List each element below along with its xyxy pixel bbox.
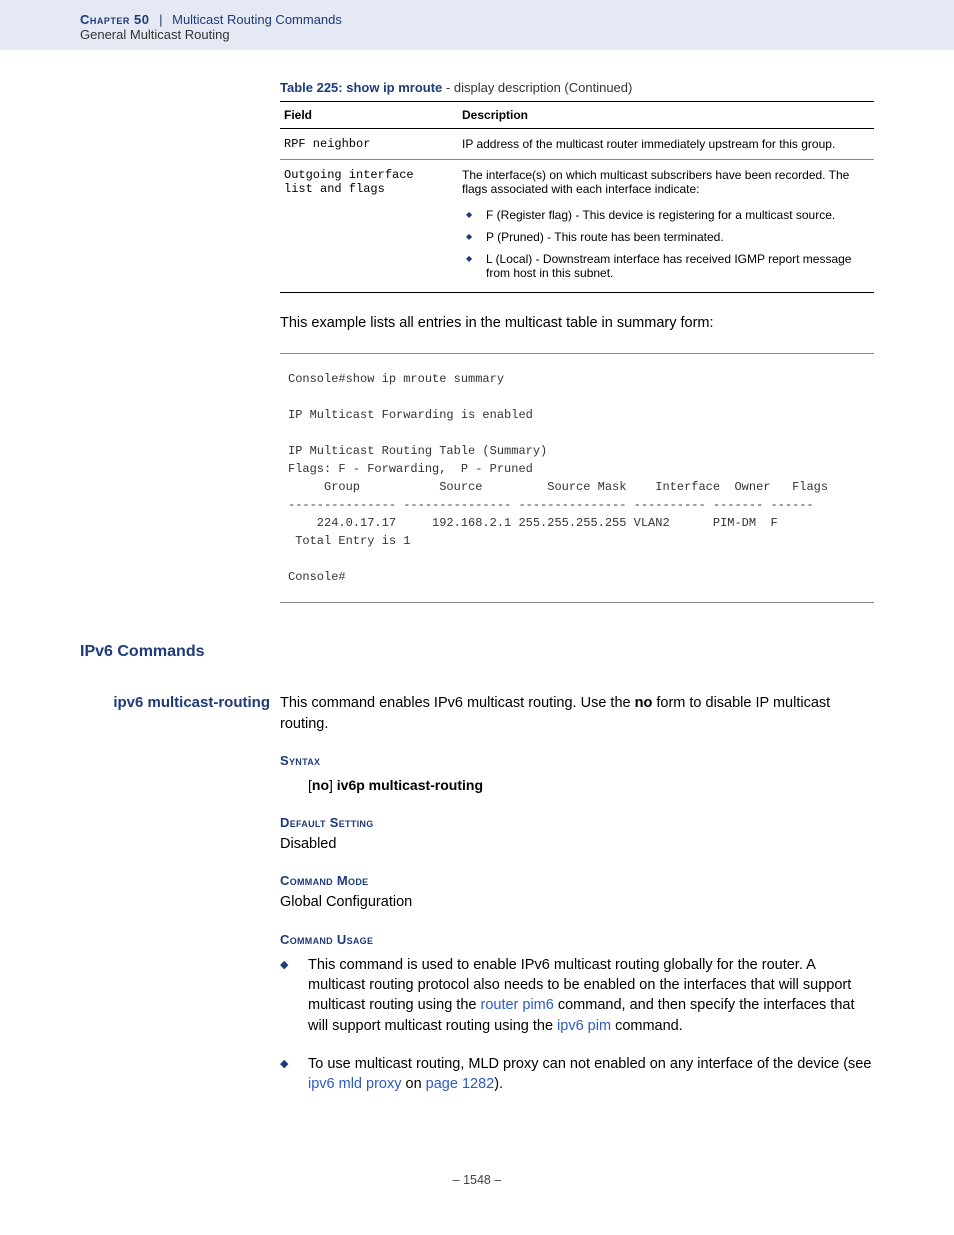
header-subtitle: General Multicast Routing [80,27,954,42]
main-content: Table 225: show ip mroute - display desc… [280,80,874,603]
mode-value: Global Configuration [280,892,874,912]
syntax-label: Syntax [280,752,874,770]
command-name: ipv6 multicast-routing [80,693,280,713]
usage-text: on [401,1076,425,1092]
mode-label: Command Mode [280,872,874,890]
ipv6-pim-link[interactable]: ipv6 pim [557,1018,611,1034]
flag-list: F (Register flag) - This device is regis… [462,204,870,284]
field-name: Outgoing interface list and flags [280,160,458,293]
page-number: – 1548 – [0,1173,954,1217]
ipv6-commands-heading: IPv6 Commands [80,643,954,661]
desc-pre: This command enables IPv6 multicast rout… [280,695,635,711]
separator: | [159,12,162,27]
col-description: Description [458,102,874,129]
page-1282-link[interactable]: page 1282 [426,1076,495,1092]
usage-text: To use multicast routing, MLD proxy can … [308,1056,871,1072]
default-label: Default Setting [280,814,874,832]
default-value: Disabled [280,834,874,854]
console-output: Console#show ip mroute summary IP Multic… [280,353,874,603]
header-line-1: Chapter 50 | Multicast Routing Commands [80,12,954,27]
flag-item: F (Register flag) - This device is regis… [462,204,870,226]
syntax-line: [no] iv6p multicast-routing [308,776,874,796]
syntax-no: no [312,777,329,793]
chapter-title: Multicast Routing Commands [172,12,342,27]
router-pim6-link[interactable]: router pim6 [480,997,553,1013]
ipv6-mld-proxy-link[interactable]: ipv6 mld proxy [308,1076,401,1092]
caption-bold: Table 225: show ip mroute [280,80,442,95]
table-row: Outgoing interface list and flags The in… [280,160,874,293]
summary-text: This example lists all entries in the mu… [280,313,874,333]
table-caption: Table 225: show ip mroute - display desc… [280,80,874,95]
page-header: Chapter 50 | Multicast Routing Commands … [0,0,954,50]
desc-bold: no [635,695,653,711]
desc-text: The interface(s) on which multicast subs… [462,168,849,196]
syntax-cmd: iv6p multicast-routing [337,777,483,793]
caption-rest: - display description (Continued) [442,80,632,95]
usage-text: command. [611,1018,683,1034]
flag-item: P (Pruned) - This route has been termina… [462,226,870,248]
table-row: RPF neighbor IP address of the multicast… [280,129,874,160]
usage-label: Command Usage [280,931,874,949]
field-name: RPF neighbor [280,129,458,160]
usage-item: This command is used to enable IPv6 mult… [280,955,874,1054]
col-field: Field [280,102,458,129]
field-desc: IP address of the multicast router immed… [458,129,874,160]
usage-text: ). [494,1076,503,1092]
command-description: This command enables IPv6 multicast rout… [280,693,874,734]
field-desc: The interface(s) on which multicast subs… [458,160,874,293]
flag-item: L (Local) - Downstream interface has rec… [462,248,870,284]
field-description-table: Field Description RPF neighbor IP addres… [280,101,874,293]
command-block: ipv6 multicast-routing This command enab… [0,693,954,1112]
chapter-label: Chapter 50 [80,12,149,27]
bracket-close: ] [329,777,337,793]
usage-item: To use multicast routing, MLD proxy can … [280,1054,874,1113]
usage-list: This command is used to enable IPv6 mult… [280,955,874,1113]
command-body: This command enables IPv6 multicast rout… [280,693,954,1112]
